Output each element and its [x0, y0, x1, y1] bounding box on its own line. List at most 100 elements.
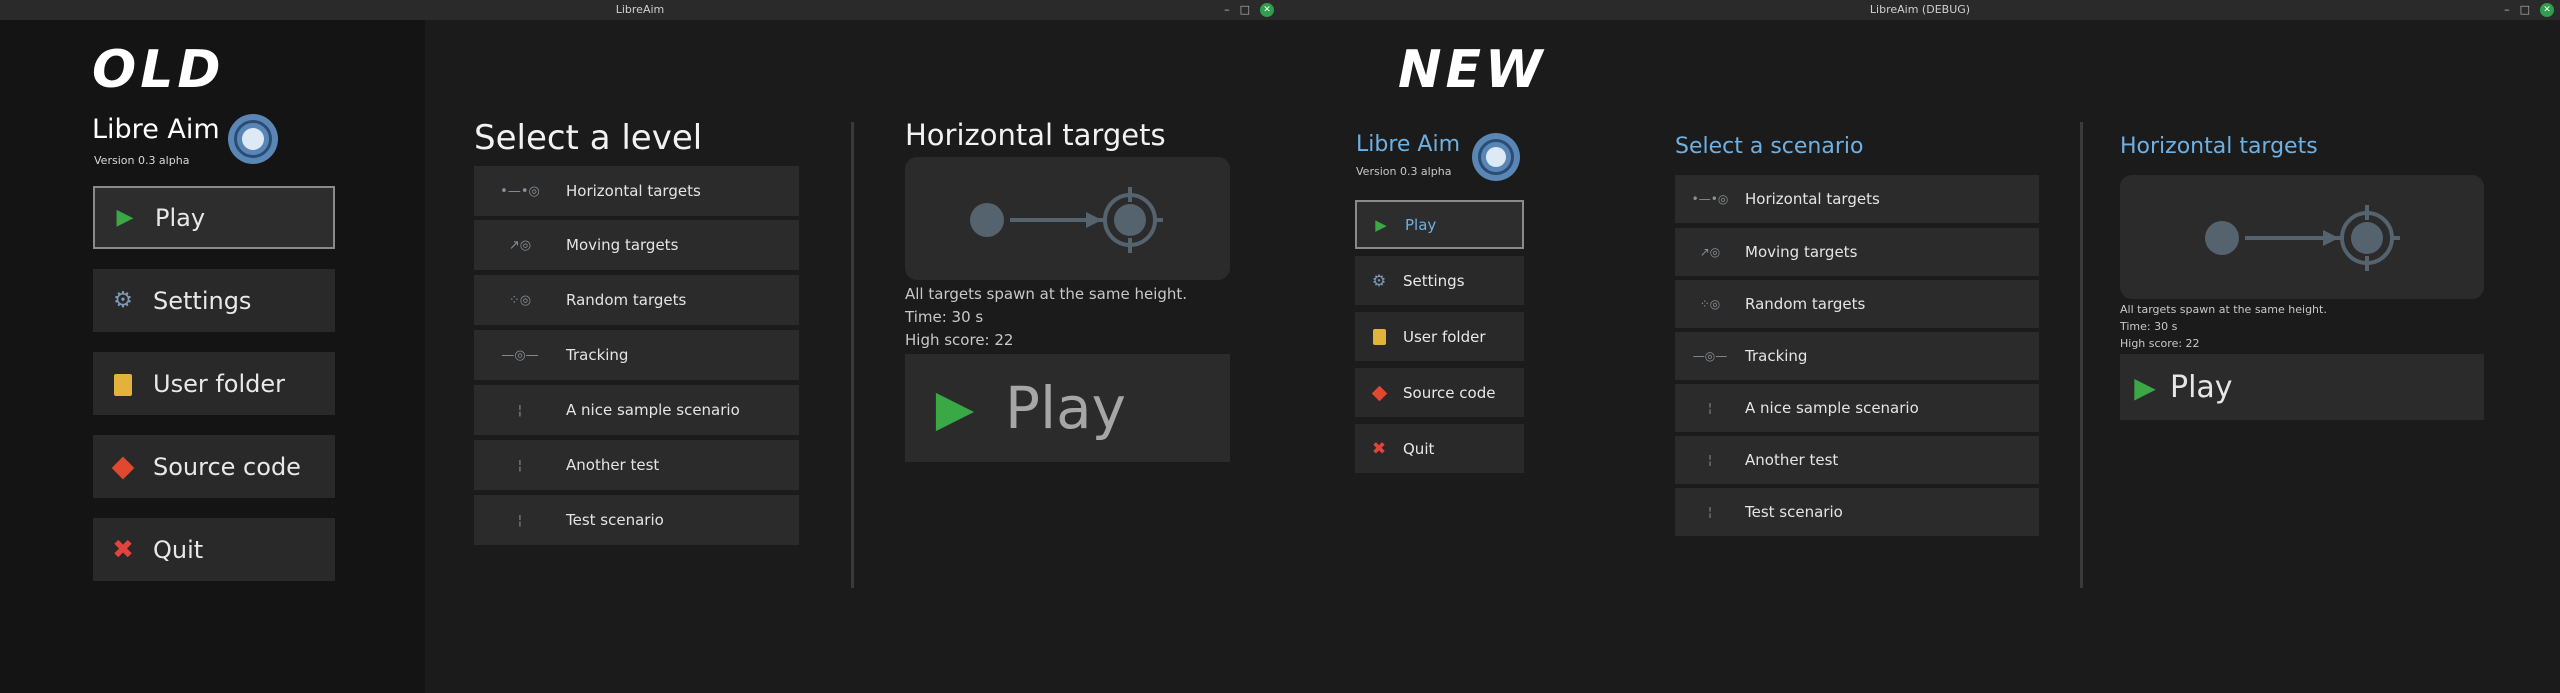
moving-targets-icon: ↗◎	[1699, 245, 1721, 259]
user-folder-label: User folder	[153, 369, 285, 398]
divider	[2080, 122, 2083, 588]
maximize-icon[interactable]: □	[1240, 3, 1250, 17]
old-window: LibreAim – □ ✕ OLD Libre Aim Version 0.3…	[0, 0, 1280, 693]
random-targets-icon: ⁘◎	[1699, 297, 1721, 311]
app-logo	[1472, 133, 1520, 181]
gear-icon: ⚙	[1371, 271, 1387, 290]
quit-label: Quit	[1403, 439, 1435, 458]
scenario-item[interactable]: ¦ Another test	[1675, 436, 2039, 484]
folder-icon	[93, 370, 153, 398]
minimize-icon[interactable]: –	[2504, 3, 2510, 17]
play-icon: ▶	[935, 379, 975, 437]
level-item[interactable]: ⁘◎ Random targets	[474, 275, 799, 325]
scenario-item[interactable]: —◎— Tracking	[1675, 332, 2039, 380]
level-item[interactable]: ¦ Test scenario	[474, 495, 799, 545]
quit-button[interactable]: ✖ Quit	[93, 518, 335, 581]
quit-button[interactable]: ✖ Quit	[1355, 424, 1524, 473]
close-icon: ✖	[112, 534, 134, 565]
close-window-icon[interactable]: ✕	[1260, 3, 1274, 17]
settings-label: Settings	[153, 286, 252, 315]
level-item[interactable]: —◎— Tracking	[474, 330, 799, 380]
scenario-description: All targets spawn at the same height.	[2120, 303, 2327, 316]
maximize-icon[interactable]: □	[2520, 3, 2530, 17]
scenario-item[interactable]: ⁘◎ Random targets	[1675, 280, 2039, 328]
level-time: Time: 30 s	[905, 308, 984, 326]
detail-title: Horizontal targets	[905, 118, 1166, 152]
level-item[interactable]: ¦ Another test	[474, 440, 799, 490]
level-list-heading: Select a level	[474, 118, 703, 158]
version-label: Version 0.3 alpha	[94, 154, 190, 167]
horizontal-targets-icon: •—•◎	[500, 183, 540, 199]
divider	[851, 122, 854, 588]
custom-scenario-icon: ¦	[517, 457, 523, 473]
custom-scenario-icon: ¦	[1707, 453, 1713, 467]
old-handwritten-label: OLD	[92, 40, 225, 100]
settings-button[interactable]: ⚙ Settings	[1355, 256, 1524, 305]
play-label: Play	[1405, 215, 1437, 234]
settings-button[interactable]: ⚙ Settings	[93, 269, 335, 332]
horizontal-targets-icon: •—•◎	[1691, 192, 1729, 206]
scenario-high-score: High score: 22	[2120, 337, 2200, 350]
quit-label: Quit	[153, 535, 204, 564]
level-item[interactable]: •—•◎ Horizontal targets	[474, 166, 799, 216]
scenario-item[interactable]: •—•◎ Horizontal targets	[1675, 175, 2039, 223]
new-titlebar: LibreAim (DEBUG) – □ ✕	[1280, 0, 2560, 20]
tracking-icon: —◎—	[501, 347, 539, 363]
settings-label: Settings	[1403, 271, 1465, 290]
custom-scenario-icon: ¦	[517, 402, 523, 418]
minimize-icon[interactable]: –	[1224, 3, 1230, 17]
start-scenario-button[interactable]: ▶ Play	[2120, 354, 2484, 420]
scenario-preview	[2120, 175, 2484, 299]
scenario-item[interactable]: ¦ A nice sample scenario	[1675, 384, 2039, 432]
new-window-title: LibreAim (DEBUG)	[1869, 3, 1971, 16]
play-icon: ▶	[2134, 370, 2156, 404]
user-folder-label: User folder	[1403, 327, 1486, 346]
level-preview	[905, 157, 1230, 280]
source-code-button[interactable]: Source code	[1355, 368, 1524, 417]
play-icon: ▶	[116, 205, 134, 230]
level-high-score: High score: 22	[905, 331, 1014, 349]
user-folder-button[interactable]: User folder	[1355, 312, 1524, 361]
source-code-label: Source code	[1403, 383, 1496, 402]
custom-scenario-icon: ¦	[1707, 401, 1713, 415]
new-window: LibreAim (DEBUG) – □ ✕ NEW Libre Aim Ver…	[1280, 0, 2560, 693]
gear-icon: ⚙	[113, 288, 133, 313]
app-title: Libre Aim	[1356, 132, 1461, 157]
git-icon	[1355, 384, 1403, 402]
horizontal-targets-preview-icon	[2205, 205, 2400, 271]
folder-icon	[1355, 328, 1403, 346]
moving-targets-icon: ↗◎	[508, 237, 532, 253]
scenario-item[interactable]: ↗◎ Moving targets	[1675, 228, 2039, 276]
old-titlebar: LibreAim – □ ✕	[0, 0, 1280, 20]
source-code-button[interactable]: Source code	[93, 435, 335, 498]
play-button[interactable]: ▶ Play	[1355, 200, 1524, 249]
new-sidebar: NEW Libre Aim Version 0.3 alpha ▶ Play ⚙…	[1280, 20, 1665, 693]
play-button[interactable]: ▶ Play	[93, 186, 335, 249]
play-icon: ▶	[1375, 215, 1387, 234]
horizontal-targets-preview-icon	[970, 187, 1163, 253]
random-targets-icon: ⁘◎	[508, 292, 532, 308]
version-label: Version 0.3 alpha	[1356, 165, 1452, 178]
git-icon	[93, 453, 153, 481]
start-level-button[interactable]: ▶ Play	[905, 354, 1230, 462]
play-label: Play	[155, 203, 206, 232]
tracking-icon: —◎—	[1692, 349, 1728, 363]
new-handwritten-label: NEW	[1398, 40, 1547, 100]
custom-scenario-icon: ¦	[517, 512, 523, 528]
start-level-label: Play	[1005, 374, 1126, 442]
level-item[interactable]: ¦ A nice sample scenario	[474, 385, 799, 435]
old-sidebar: OLD Libre Aim Version 0.3 alpha ▶ Play ⚙…	[0, 20, 425, 693]
level-item[interactable]: ↗◎ Moving targets	[474, 220, 799, 270]
scenario-list-heading: Select a scenario	[1675, 134, 1864, 159]
start-scenario-label: Play	[2170, 369, 2233, 405]
old-window-title: LibreAim	[615, 3, 665, 16]
scenario-time: Time: 30 s	[2120, 320, 2178, 333]
close-window-icon[interactable]: ✕	[2540, 3, 2554, 17]
app-title: Libre Aim	[92, 114, 220, 145]
scenario-item[interactable]: ¦ Test scenario	[1675, 488, 2039, 536]
close-icon: ✖	[1371, 438, 1387, 459]
detail-title: Horizontal targets	[2120, 134, 2318, 159]
level-description: All targets spawn at the same height.	[905, 285, 1188, 303]
user-folder-button[interactable]: User folder	[93, 352, 335, 415]
app-logo	[228, 114, 278, 164]
